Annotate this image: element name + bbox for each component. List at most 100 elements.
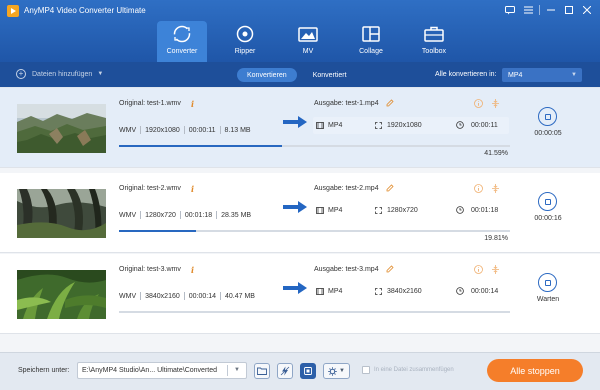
toolbar: + Dateien hinzufügen ▼ Konvertieren Konv… <box>0 62 600 87</box>
convert-all-label: Alle konvertieren in: <box>435 71 497 78</box>
info-icon[interactable]: i <box>191 265 194 275</box>
maximize-icon[interactable] <box>562 4 576 16</box>
output-settings[interactable]: MP4 1280x720 00:01:18 <box>313 202 509 219</box>
format-select[interactable]: MP4 ▼ <box>502 68 582 82</box>
video-thumbnail[interactable] <box>17 270 106 319</box>
file-row[interactable]: Original: test-2.wmv i WMV 1280x720 00:0… <box>0 173 600 253</box>
tab-converting[interactable]: Konvertieren <box>237 68 297 82</box>
settings-dropdown[interactable]: ▼ <box>323 363 350 379</box>
chevron-down-icon: ▼ <box>234 367 240 373</box>
compress-icon[interactable] <box>491 265 500 274</box>
divider <box>179 211 181 219</box>
status-waiting: Warten <box>536 296 560 303</box>
arrow-right-icon <box>283 116 307 128</box>
footer: Speichern unter: E:\AnyMP4 Studio\An... … <box>0 352 600 390</box>
resolution-icon <box>375 288 382 295</box>
stop-button[interactable] <box>538 273 557 292</box>
main-nav: Converter Ripper MV Collage Toolbox <box>157 21 472 62</box>
source-duration: 00:00:14 <box>188 292 217 300</box>
info-circle-icon[interactable] <box>474 184 483 193</box>
menu-icon[interactable] <box>521 4 535 16</box>
stop-button[interactable] <box>538 192 557 211</box>
info-icon[interactable]: i <box>191 184 194 194</box>
refresh-icon <box>172 25 192 43</box>
progress-fill <box>119 145 282 147</box>
source-size: 40.47 MB <box>225 292 255 300</box>
open-folder-button[interactable] <box>254 363 270 379</box>
output-duration: 00:00:14 <box>471 288 499 295</box>
edit-icon[interactable] <box>386 265 394 273</box>
chevron-down-icon[interactable]: ▼ <box>97 71 103 77</box>
info-circle-icon[interactable] <box>474 265 483 274</box>
divider <box>183 292 185 300</box>
divider <box>140 292 142 300</box>
tab-converter[interactable]: Converter <box>157 21 207 62</box>
info-icon[interactable]: i <box>191 99 194 109</box>
chevron-down-icon: ▼ <box>571 72 577 78</box>
clock-icon <box>456 121 464 129</box>
status-tabs: Konvertieren Konvertiert <box>237 68 357 82</box>
tab-label: Toolbox <box>421 48 447 55</box>
gpu-accel-button[interactable] <box>300 363 316 379</box>
output-resolution: 3840x2160 <box>387 288 422 295</box>
output-filename: Ausgabe: test-3.mp4 <box>314 266 379 273</box>
source-meta: WMV 3840x2160 00:00:14 40.47 MB <box>119 292 255 300</box>
output-format: MP4 <box>328 288 343 295</box>
resolution-icon <box>375 207 382 214</box>
feedback-icon[interactable] <box>503 4 517 16</box>
output-format: MP4 <box>328 207 343 214</box>
compress-icon[interactable] <box>491 184 500 193</box>
file-row[interactable]: Original: test-1.wmv i WMV 1920x1080 00:… <box>0 88 600 168</box>
app-title: AnyMP4 Video Converter Ultimate <box>24 6 146 15</box>
file-row[interactable]: Original: test-3.wmv i WMV 3840x2160 00:… <box>0 254 600 334</box>
stop-button[interactable] <box>538 107 557 126</box>
merge-checkbox[interactable] <box>362 366 370 374</box>
divider <box>140 126 142 134</box>
source-format: WMV <box>119 292 137 300</box>
disc-icon <box>235 25 255 43</box>
output-resolution: 1280x720 <box>387 207 418 214</box>
info-circle-icon[interactable] <box>474 99 483 108</box>
stop-icon <box>544 198 551 205</box>
source-size: 8.13 MB <box>224 126 251 134</box>
collage-icon <box>361 25 381 43</box>
edit-icon[interactable] <box>386 99 394 107</box>
gear-icon <box>328 366 337 376</box>
stop-all-button[interactable]: Alle stoppen <box>487 359 583 382</box>
tab-ripper[interactable]: Ripper <box>220 21 270 62</box>
stop-icon <box>544 113 551 120</box>
film-icon <box>316 207 324 214</box>
tab-converted[interactable]: Konvertiert <box>303 68 357 82</box>
divider <box>140 211 142 219</box>
source-format: WMV <box>119 126 137 134</box>
hardware-acceleration-off-icon <box>280 366 290 376</box>
original-filename: Original: test-1.wmv <box>119 100 181 107</box>
merge-option[interactable]: In eine Datei zusammenfügen <box>362 366 454 374</box>
compress-icon[interactable] <box>491 99 500 108</box>
hardware-accel-off-button[interactable] <box>277 363 293 379</box>
video-thumbnail[interactable] <box>17 104 106 153</box>
toolbox-icon <box>424 25 444 43</box>
tab-mv[interactable]: MV <box>283 21 333 62</box>
divider <box>220 292 222 300</box>
chevron-down-icon: ▼ <box>339 368 345 374</box>
remaining-time: 00:00:05 <box>534 130 562 137</box>
output-settings[interactable]: MP4 1920x1080 00:00:11 <box>313 117 509 134</box>
progress-bar <box>119 145 510 147</box>
source-size: 28.35 MB <box>221 211 252 219</box>
output-path-select[interactable]: E:\AnyMP4 Studio\An... Ultimate\Converte… <box>77 362 247 379</box>
source-resolution: 3840x2160 <box>145 292 180 300</box>
close-icon[interactable] <box>580 4 594 16</box>
mv-image-icon <box>298 25 318 43</box>
source-meta: WMV 1280x720 00:01:18 28.35 MB <box>119 211 251 219</box>
tab-toolbox[interactable]: Toolbox <box>409 21 459 62</box>
app-logo-icon <box>7 5 19 17</box>
minimize-icon[interactable] <box>544 4 558 16</box>
edit-icon[interactable] <box>386 184 394 192</box>
output-settings[interactable]: MP4 3840x2160 00:00:14 <box>313 283 509 300</box>
tab-collage[interactable]: Collage <box>346 21 396 62</box>
video-thumbnail[interactable] <box>17 189 106 238</box>
source-resolution: 1920x1080 <box>145 126 180 134</box>
resolution-icon <box>375 122 382 129</box>
add-files-button[interactable]: + Dateien hinzufügen ▼ <box>16 69 103 79</box>
